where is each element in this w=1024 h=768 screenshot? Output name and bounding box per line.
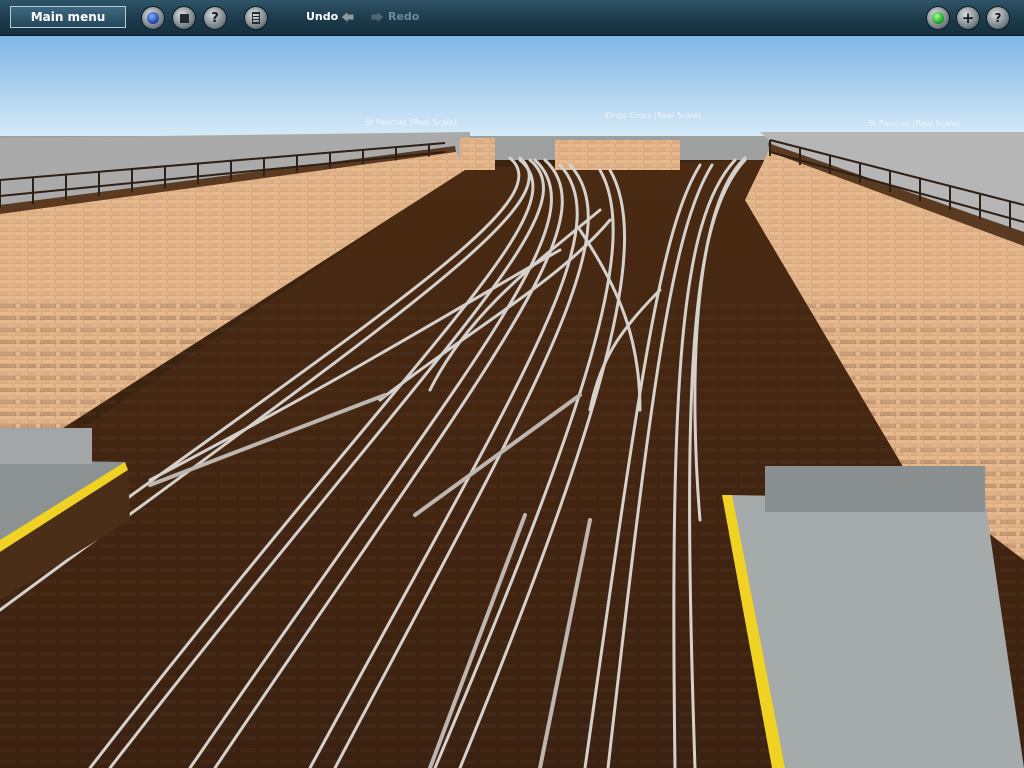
station-label-center: Kings Cross (Real Scale) xyxy=(605,111,701,120)
add-icon: + xyxy=(961,8,975,27)
help-button[interactable]: ? xyxy=(987,7,1009,29)
right-platform-canopy xyxy=(765,466,985,512)
status-button[interactable] xyxy=(927,7,949,29)
tool-icon: ? xyxy=(211,10,219,26)
status-light-icon xyxy=(932,12,944,24)
globe-icon xyxy=(147,12,159,24)
station-label-right: St Pancras (Real Scale) xyxy=(868,119,960,128)
undo-arrow-icon[interactable] xyxy=(340,9,355,25)
station-label-left: St Pancras (Real Scale) xyxy=(365,118,457,127)
undo-button[interactable]: Undo xyxy=(306,10,338,23)
redo-arrow-icon[interactable] xyxy=(370,9,385,25)
far-wall-left xyxy=(460,138,495,170)
top-toolbar: Main menu ? Undo Redo + ? xyxy=(0,0,1024,36)
tool-button[interactable]: ? xyxy=(204,7,226,29)
stop-icon xyxy=(179,13,189,23)
add-button[interactable]: + xyxy=(957,7,979,29)
layers-icon xyxy=(252,12,260,24)
3d-viewport[interactable]: St Pancras (Real Scale) Kings Cross (Rea… xyxy=(0,36,1024,768)
far-wall xyxy=(555,140,680,170)
redo-button[interactable]: Redo xyxy=(388,10,419,23)
globe-button[interactable] xyxy=(142,7,164,29)
help-icon: ? xyxy=(994,11,1002,25)
main-menu-button[interactable]: Main menu xyxy=(10,6,126,28)
left-platform-canopy xyxy=(0,428,92,464)
layers-button[interactable] xyxy=(245,7,267,29)
stop-button[interactable] xyxy=(173,7,195,29)
